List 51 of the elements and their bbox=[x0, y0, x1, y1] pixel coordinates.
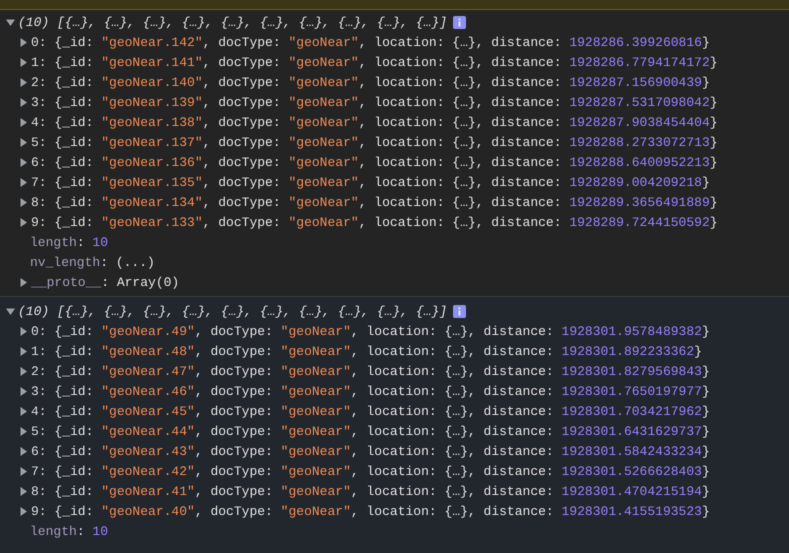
object-row[interactable]: 3: {_id: "geoNear.46", docType: "geoNear", location: {…}, distance: 1928301.7650197977} bbox=[0, 381, 789, 401]
object-row[interactable]: __proto__: Array(0) bbox=[0, 272, 789, 292]
expand-triangle-icon[interactable] bbox=[19, 406, 28, 416]
object-row[interactable]: 2: {_id: "geoNear.140", docType: "geoNear", location: {…}, distance: 1928287.156900439} bbox=[0, 72, 789, 92]
object-row[interactable]: 8: {_id: "geoNear.134", docType: "geoNear", location: {…}, distance: 1928289.3656491889} bbox=[0, 192, 789, 212]
object-row[interactable]: 4: {_id: "geoNear.138", docType: "geoNear", location: {…}, distance: 1928287.9038454404} bbox=[0, 112, 789, 132]
expand-triangle-icon[interactable] bbox=[19, 486, 28, 496]
expand-triangle-icon[interactable] bbox=[19, 366, 28, 376]
expand-triangle-icon[interactable] bbox=[19, 118, 28, 126]
expand-triangle-icon[interactable] bbox=[19, 98, 28, 106]
property-row-text: length: 10 bbox=[29, 522, 110, 540]
expand-triangle-icon[interactable] bbox=[19, 138, 28, 146]
expand-triangle-icon[interactable] bbox=[19, 198, 28, 206]
expand-triangle-icon[interactable] bbox=[19, 386, 28, 396]
expand-triangle-icon[interactable] bbox=[19, 218, 28, 226]
info-icon[interactable] bbox=[453, 304, 466, 318]
expand-triangle-icon[interactable] bbox=[19, 326, 28, 336]
object-row[interactable]: 7: {_id: "geoNear.135", docType: "geoNear", location: {…}, distance: 1928289.004209218} bbox=[0, 172, 789, 192]
object-row[interactable]: 1: {_id: "geoNear.48", docType: "geoNear", location: {…}, distance: 1928301.892233362} bbox=[0, 341, 789, 361]
object-row[interactable]: 1: {_id: "geoNear.141", docType: "geoNear", location: {…}, distance: 1928286.7794174172} bbox=[0, 52, 789, 72]
expand-triangle-icon[interactable] bbox=[19, 426, 28, 436]
expand-triangle-icon[interactable] bbox=[19, 78, 28, 86]
expand-triangle-icon[interactable] bbox=[19, 466, 28, 476]
object-row[interactable]: 6: {_id: "geoNear.136", docType: "geoNear", location: {…}, distance: 1928288.6400952213} bbox=[0, 152, 789, 172]
array-summary[interactable]: (10) [{…}, {…}, {…}, {…}, {…}, {…}, {…}, {…}, {…}, {…}] bbox=[0, 301, 789, 321]
object-row[interactable]: 0: {_id: "geoNear.142", docType: "geoNear", location: {…}, distance: 1928286.399260816} bbox=[0, 32, 789, 52]
object-row[interactable]: 7: {_id: "geoNear.42", docType: "geoNear", location: {…}, distance: 1928301.5266628403} bbox=[0, 461, 789, 481]
expand-triangle-icon[interactable] bbox=[19, 506, 28, 516]
property-row-text: nv_length: (...) bbox=[29, 254, 156, 272]
object-row[interactable]: 0: {_id: "geoNear.49", docType: "geoNear", location: {…}, distance: 1928301.9578489382} bbox=[0, 321, 789, 341]
collapse-triangle-icon[interactable] bbox=[6, 306, 15, 316]
expand-triangle-icon[interactable] bbox=[19, 446, 28, 456]
expand-triangle-icon[interactable] bbox=[19, 158, 28, 166]
info-icon[interactable] bbox=[453, 16, 466, 28]
collapse-triangle-icon[interactable] bbox=[6, 18, 15, 26]
object-row[interactable]: 4: {_id: "geoNear.45", docType: "geoNear", location: {…}, distance: 1928301.7034217962} bbox=[0, 401, 789, 421]
object-row[interactable]: 2: {_id: "geoNear.47", docType: "geoNear", location: {…}, distance: 1928301.8279569843} bbox=[0, 361, 789, 381]
object-row[interactable]: 8: {_id: "geoNear.41", docType: "geoNear", location: {…}, distance: 1928301.4704215194} bbox=[0, 481, 789, 501]
expand-triangle-icon[interactable] bbox=[19, 346, 28, 356]
expand-triangle-icon[interactable] bbox=[19, 58, 28, 66]
expand-triangle-icon[interactable] bbox=[19, 278, 28, 286]
object-row[interactable]: 9: {_id: "geoNear.133", docType: "geoNear", location: {…}, distance: 1928289.7244150592} bbox=[0, 212, 789, 232]
object-row[interactable]: 5: {_id: "geoNear.44", docType: "geoNear", location: {…}, distance: 1928301.6431629737} bbox=[0, 421, 789, 441]
expand-triangle-icon[interactable] bbox=[19, 38, 28, 46]
object-row[interactable]: 6: {_id: "geoNear.43", docType: "geoNear", location: {…}, distance: 1928301.5842433234} bbox=[0, 441, 789, 461]
object-row[interactable]: 9: {_id: "geoNear.40", docType: "geoNear", location: {…}, distance: 1928301.4155193523} bbox=[0, 501, 789, 521]
property-row-text: length: 10 bbox=[29, 234, 110, 252]
array-summary[interactable]: (10) [{…}, {…}, {…}, {…}, {…}, {…}, {…}, {…}, {…}, {…}] bbox=[0, 12, 789, 32]
object-row[interactable]: 3: {_id: "geoNear.139", docType: "geoNear", location: {…}, distance: 1928287.5317098042} bbox=[0, 92, 789, 112]
object-row[interactable]: 5: {_id: "geoNear.137", docType: "geoNear", location: {…}, distance: 1928288.2733072713} bbox=[0, 132, 789, 152]
expand-triangle-icon[interactable] bbox=[19, 178, 28, 186]
